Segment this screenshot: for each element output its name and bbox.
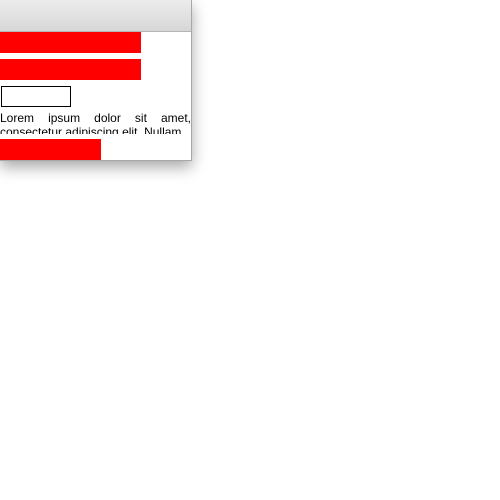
- app-window: Lorem ipsum dolor sit amet, consectetur …: [0, 0, 192, 161]
- content-area: Lorem ipsum dolor sit amet, consectetur …: [0, 32, 191, 160]
- red-bar-1: [0, 32, 141, 53]
- red-bar-3: [0, 139, 101, 160]
- paragraph-container: Lorem ipsum dolor sit amet, consectetur …: [0, 111, 191, 134]
- window-titlebar[interactable]: [0, 0, 191, 32]
- text-input[interactable]: [1, 86, 71, 107]
- red-bar-2: [0, 59, 141, 80]
- lorem-paragraph: Lorem ipsum dolor sit amet, consectetur …: [0, 111, 191, 134]
